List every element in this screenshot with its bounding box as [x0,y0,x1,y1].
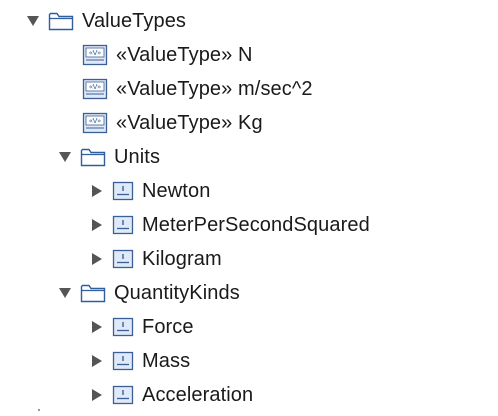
tree-node-label: ValueTypes [82,9,187,32]
chevron-down-icon[interactable] [26,14,40,28]
unit-icon [112,181,134,201]
tree-node-quantitykind-acceleration[interactable]: Acceleration [0,378,498,412]
svg-text:«V»: «V» [89,83,102,91]
tree-node-label: Newton [142,179,211,202]
tree-node-label: Mass [142,349,191,372]
chevron-down-icon[interactable] [58,150,72,164]
folder-icon [80,283,106,303]
tree-node-unit-kilogram[interactable]: Kilogram [0,242,498,276]
quantity-kind-icon [112,385,134,405]
tree-node-quantitykinds[interactable]: QuantityKinds [0,276,498,310]
tree-node-label: Kilogram [142,247,222,270]
tree-node-label: Acceleration [142,383,254,406]
svg-text:«V»: «V» [89,49,102,57]
model-tree: ValueTypes «V» «ValueType» N «V» «ValueT… [0,4,498,412]
tree-node-units[interactable]: Units [0,140,498,174]
tree-node-label: «ValueType» N [116,43,253,66]
tree-node-label: Units [114,145,161,168]
chevron-right-icon[interactable] [90,354,104,368]
value-type-icon: «V» [82,112,108,134]
tree-node-label: «ValueType» m/sec^2 [116,77,313,100]
divider-dot [38,409,40,411]
tree-node-valuetype-n[interactable]: «V» «ValueType» N [0,38,498,72]
chevron-right-icon[interactable] [90,252,104,266]
unit-icon [112,215,134,235]
tree-node-valuetype-kg[interactable]: «V» «ValueType» Kg [0,106,498,140]
tree-node-unit-newton[interactable]: Newton [0,174,498,208]
chevron-right-icon[interactable] [90,388,104,402]
tree-node-label: Force [142,315,194,338]
value-type-icon: «V» [82,44,108,66]
tree-node-label: «ValueType» Kg [116,111,263,134]
chevron-right-icon[interactable] [90,320,104,334]
tree-node-label: QuantityKinds [114,281,240,304]
folder-icon [48,11,74,31]
quantity-kind-icon [112,351,134,371]
tree-node-valuetype-msec2[interactable]: «V» «ValueType» m/sec^2 [0,72,498,106]
folder-icon [80,147,106,167]
tree-node-valuetypes[interactable]: ValueTypes [0,4,498,38]
unit-icon [112,249,134,269]
svg-text:«V»: «V» [89,117,102,125]
tree-node-unit-meterpersecondsquared[interactable]: MeterPerSecondSquared [0,208,498,242]
value-type-icon: «V» [82,78,108,100]
tree-node-quantitykind-force[interactable]: Force [0,310,498,344]
quantity-kind-icon [112,317,134,337]
chevron-down-icon[interactable] [58,286,72,300]
chevron-right-icon[interactable] [90,218,104,232]
chevron-right-icon[interactable] [90,184,104,198]
tree-node-label: MeterPerSecondSquared [142,213,370,236]
tree-node-quantitykind-mass[interactable]: Mass [0,344,498,378]
